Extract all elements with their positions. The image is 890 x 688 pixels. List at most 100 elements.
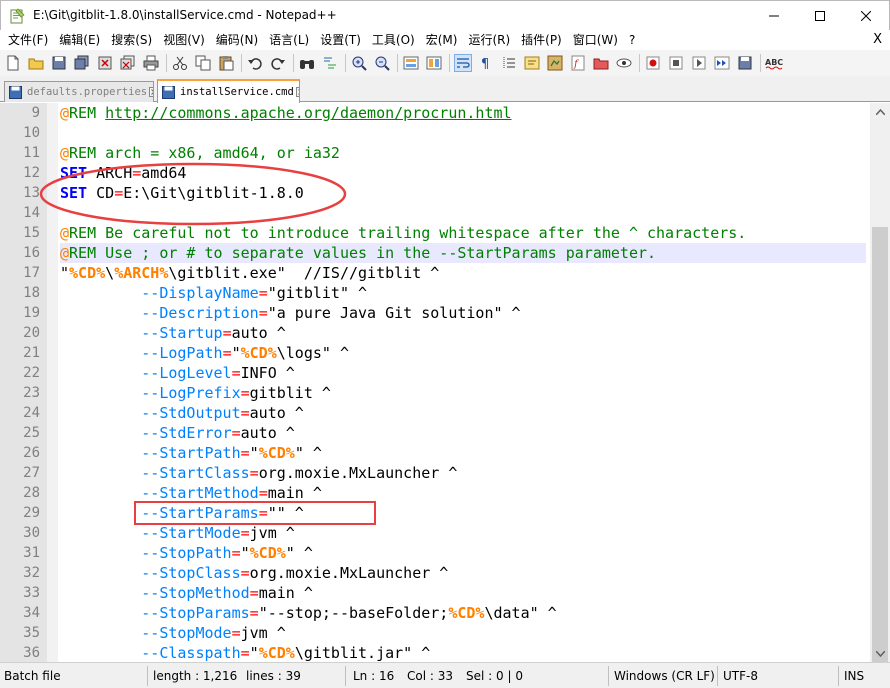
indent-guide-icon <box>503 57 515 69</box>
user-language-button[interactable] <box>523 54 541 72</box>
menu-settings[interactable]: 设置(T) <box>316 30 365 50</box>
scroll-down-button[interactable] <box>870 645 890 662</box>
new-file-button[interactable] <box>4 54 22 72</box>
line-code[interactable] <box>60 203 866 223</box>
menu-search[interactable]: 搜索(S) <box>107 30 156 50</box>
menu-tools[interactable]: 工具(O) <box>368 30 419 50</box>
scrollbar-thumb[interactable] <box>872 227 888 688</box>
line-code[interactable]: SET ARCH=amd64 <box>60 163 866 183</box>
replace-icon <box>324 57 336 69</box>
minimize-button[interactable] <box>751 1 797 31</box>
menu-help[interactable]: ? <box>625 30 639 50</box>
tab-installservice-cmd[interactable]: installService.cmd <box>157 79 300 103</box>
line-code[interactable]: --LogPath="%CD%\logs" ^ <box>60 343 866 363</box>
line-code[interactable]: "%CD%\%ARCH%\gitblit.exe" //IS//gitblit … <box>60 263 866 283</box>
menu-macro[interactable]: 宏(M) <box>422 30 462 50</box>
line-code[interactable]: --StdOutput=auto ^ <box>60 403 866 423</box>
copy-button[interactable] <box>194 54 212 72</box>
tab-close-icon[interactable] <box>149 87 154 97</box>
procrun-link[interactable]: http://commons.apache.org/daemon/procrun… <box>105 104 511 122</box>
zoom-in-button[interactable] <box>350 54 368 72</box>
save-button[interactable] <box>50 54 68 72</box>
line-code[interactable]: --StdError=auto ^ <box>60 423 866 443</box>
cut-button[interactable] <box>171 54 189 72</box>
line-code[interactable]: --LogPrefix=gitblit ^ <box>60 383 866 403</box>
sync-horizontal-button[interactable] <box>425 54 443 72</box>
function-list-button[interactable]: f <box>569 54 587 72</box>
toolbar-separator <box>760 54 761 72</box>
close-document-button[interactable]: X <box>873 30 882 50</box>
line-code[interactable]: --StopMode=jvm ^ <box>60 623 866 643</box>
line-code[interactable]: @REM arch = x86, amd64, or ia32 <box>60 143 866 163</box>
scroll-up-button[interactable] <box>870 103 890 120</box>
line-code[interactable]: --StopPath="%CD%" ^ <box>60 543 866 563</box>
toolbar: ¶ f ABC <box>0 50 890 76</box>
line-code[interactable]: @REM Be careful not to introduce trailin… <box>60 223 866 243</box>
run-macro-multiple-button[interactable] <box>713 54 731 72</box>
vertical-scrollbar[interactable] <box>870 103 890 688</box>
close-window-button[interactable] <box>843 1 889 31</box>
line-code[interactable]: --StartMode=jvm ^ <box>60 523 866 543</box>
close-file-button[interactable] <box>96 54 114 72</box>
line-code[interactable]: --StartClass=org.moxie.MxLauncher ^ <box>60 463 866 483</box>
line-code[interactable]: --DisplayName="gitblit" ^ <box>60 283 866 303</box>
undo-button[interactable] <box>246 54 264 72</box>
tab-close-icon[interactable] <box>295 87 300 97</box>
status-encoding[interactable]: UTF-8 <box>719 663 758 688</box>
code-line-14: 14 <box>0 203 870 223</box>
word-wrap-button[interactable] <box>454 54 472 72</box>
monitoring-button[interactable] <box>615 54 633 72</box>
chevron-down-icon <box>875 650 885 657</box>
save-all-button[interactable] <box>73 54 91 72</box>
line-code[interactable]: --Startup=auto ^ <box>60 323 866 343</box>
line-code[interactable]: --StartParams="" ^ <box>60 503 866 523</box>
menu-file[interactable]: 文件(F) <box>4 30 52 50</box>
folder-workspace-button[interactable] <box>592 54 610 72</box>
line-code[interactable]: --StartPath="%CD%" ^ <box>60 443 866 463</box>
line-code[interactable]: --LogLevel=INFO ^ <box>60 363 866 383</box>
replace-button[interactable] <box>321 54 339 72</box>
menu-edit[interactable]: 编辑(E) <box>55 30 104 50</box>
indent-guide-button[interactable] <box>500 54 518 72</box>
status-insert-mode[interactable]: INS <box>840 663 864 688</box>
spell-check-button[interactable]: ABC <box>765 54 783 72</box>
paste-button[interactable] <box>217 54 235 72</box>
svg-text:ABC: ABC <box>765 58 783 67</box>
stop-macro-button[interactable] <box>667 54 685 72</box>
line-code[interactable]: @REM http://commons.apache.org/daemon/pr… <box>60 103 866 123</box>
save-macro-button[interactable] <box>736 54 754 72</box>
close-all-button[interactable] <box>119 54 137 72</box>
menu-language[interactable]: 语言(L) <box>265 30 313 50</box>
show-all-chars-button[interactable]: ¶ <box>477 54 495 72</box>
line-code[interactable]: --StopClass=org.moxie.MxLauncher ^ <box>60 563 866 583</box>
open-file-button[interactable] <box>27 54 45 72</box>
menu-view[interactable]: 视图(V) <box>159 30 209 50</box>
print-button[interactable] <box>142 54 160 72</box>
maximize-button[interactable] <box>797 1 843 31</box>
find-button[interactable] <box>298 54 316 72</box>
sync-vertical-button[interactable] <box>402 54 420 72</box>
line-number: 33 <box>23 585 40 601</box>
menu-plugins[interactable]: 插件(P) <box>517 30 566 50</box>
menu-encoding[interactable]: 编码(N) <box>212 30 262 50</box>
record-macro-button[interactable] <box>644 54 662 72</box>
code-editor[interactable]: 9 @REM http://commons.apache.org/daemon/p… <box>0 103 870 662</box>
redo-button[interactable] <box>269 54 287 72</box>
status-eol[interactable]: Windows (CR LF) <box>610 663 715 688</box>
menu-run[interactable]: 运行(R) <box>464 30 514 50</box>
line-code[interactable]: --StopParams="--stop;--baseFolder;%CD%\d… <box>60 603 866 623</box>
line-code[interactable] <box>60 123 866 143</box>
line-code[interactable]: --StopMethod=main ^ <box>60 583 866 603</box>
notepadpp-icon <box>10 8 25 24</box>
doc-map-button[interactable] <box>546 54 564 72</box>
line-code[interactable]: --Description="a pure Java Git solution"… <box>60 303 866 323</box>
line-code[interactable]: --Classpath="%CD%\gitblit.jar" ^ <box>60 643 866 662</box>
play-macro-button[interactable] <box>690 54 708 72</box>
line-code[interactable]: --StartMethod=main ^ <box>60 483 866 503</box>
line-code[interactable]: SET CD=E:\Git\gitblit-1.8.0 <box>60 183 866 203</box>
tab-defaults-properties[interactable]: defaults.properties <box>4 81 154 102</box>
code-line-32: 32 --StopClass=org.moxie.MxLauncher ^ <box>0 563 870 583</box>
line-code[interactable]: @REM Use ; or # to separate values in th… <box>60 243 866 263</box>
menu-window[interactable]: 窗口(W) <box>569 30 622 50</box>
zoom-out-button[interactable] <box>373 54 391 72</box>
